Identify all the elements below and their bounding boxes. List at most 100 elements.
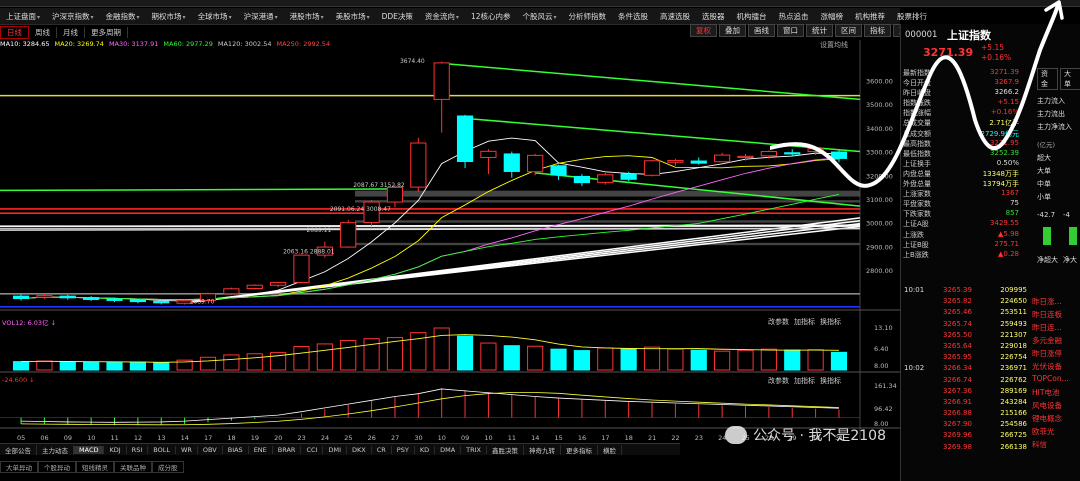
sector-item[interactable]: 光伏设备 — [1032, 361, 1080, 374]
indicator-tab[interactable]: BIAS — [223, 445, 249, 454]
quote-stat-row: 上证A股 3429.55 — [901, 219, 1021, 229]
fund-flow-tab[interactable]: 大单 — [1060, 68, 1080, 90]
indicator-tab[interactable]: OBV — [198, 445, 223, 454]
x-axis-label: 15 — [555, 434, 563, 442]
quote-stat-value: 857 — [1005, 209, 1019, 218]
quote-stat-label: 上证换手 — [903, 159, 931, 168]
indicator-tab[interactable]: WR — [176, 445, 198, 454]
tick-time — [901, 308, 943, 319]
indicator-tab[interactable]: BOLL — [148, 445, 176, 454]
candle — [573, 174, 590, 186]
indicator-button[interactable]: 加指标 — [794, 317, 815, 327]
candle-body — [433, 62, 450, 100]
indicator-tab[interactable]: KD — [415, 445, 436, 454]
sub-tab[interactable]: 成分股 — [152, 460, 184, 473]
channel-line — [464, 117, 861, 153]
volume-bar — [12, 361, 30, 371]
sub-tab[interactable]: 短线精灵 — [76, 460, 114, 473]
volume-indicator-label: VOL12: 6.03亿 ↓ — [2, 319, 57, 327]
indicator-tab[interactable]: DMI — [323, 445, 347, 454]
indicator-button[interactable]: 改参数 — [768, 317, 789, 327]
indicator-tab[interactable]: TRIX — [461, 445, 488, 454]
tick-time — [901, 353, 943, 364]
indicator-tab[interactable]: 全部公告 — [0, 444, 37, 455]
fund-flow-row: 主力流出 — [1037, 110, 1065, 118]
sector-item[interactable]: 昨日连板 — [1032, 309, 1080, 322]
channel-line — [441, 62, 861, 101]
indicator-tab[interactable]: RSI — [127, 445, 149, 454]
sector-item[interactable]: TOPCon... — [1032, 374, 1080, 387]
wechat-icon — [725, 426, 747, 444]
net-flow-value: -4 — [1063, 211, 1070, 219]
indicator-tab[interactable]: PSY — [392, 445, 415, 454]
indicator-button[interactable]: 换指标 — [820, 376, 841, 386]
sector-item[interactable]: 锂电概念 — [1032, 413, 1080, 426]
sub-tab[interactable]: 关联品种 — [114, 460, 152, 473]
sector-item[interactable]: 昨日涨... — [1032, 296, 1080, 309]
sector-item[interactable]: 风电设备 — [1032, 400, 1080, 413]
sub-tab[interactable]: 大单异动 — [0, 460, 38, 473]
net-flow-bars: -42.7 净超大 -4 净大 — [1037, 211, 1080, 271]
quote-stat-label: 上证A股 — [903, 220, 929, 229]
indicator-button[interactable]: 换指标 — [820, 317, 841, 327]
volume-bar — [129, 361, 146, 371]
sector-item[interactable]: 欧菲光 — [1032, 426, 1080, 439]
indicator-tab[interactable]: DMA — [435, 445, 462, 454]
candle-body — [480, 150, 497, 158]
candle-body — [129, 299, 146, 303]
indicator-tab[interactable]: KDJ — [104, 445, 127, 454]
security-name: 上证指数 — [947, 29, 991, 42]
candle-body — [386, 186, 404, 203]
quote-stat-value: 3271.39 — [990, 68, 1019, 76]
tick-price: 3265.95 — [943, 353, 972, 362]
indicator-tab[interactable]: MACD — [74, 445, 105, 454]
candle — [12, 294, 30, 301]
sector-item[interactable]: 科信 — [1032, 439, 1080, 452]
indicator-tab[interactable]: 神奇九转 — [524, 444, 562, 455]
tick-time — [901, 443, 943, 454]
x-axis-label: 23 — [297, 434, 305, 442]
indicator-tab[interactable]: CR — [372, 445, 392, 454]
tick-price: 3267.90 — [943, 420, 972, 429]
indicator-tab[interactable]: CCI — [301, 445, 324, 454]
quote-stat-value: +5.15 — [997, 98, 1019, 107]
tick-volume: 289169 — [1000, 386, 1027, 395]
indicator-button[interactable]: 改参数 — [768, 376, 789, 386]
volume-bar — [340, 339, 357, 371]
indicator-tab[interactable]: 横脸 — [598, 444, 623, 455]
fund-flow-tab[interactable]: 资金 — [1037, 68, 1058, 90]
quote-stat-label: 上涨家数 — [903, 190, 931, 199]
x-axis-label: 21 — [648, 434, 656, 442]
candle — [270, 281, 287, 288]
candle — [503, 151, 520, 178]
indicator-tab[interactable]: 更多指标 — [561, 444, 599, 455]
indicator-tab[interactable]: 鑫胜决策 — [487, 444, 525, 455]
sector-item[interactable]: HIT电池 — [1032, 387, 1080, 400]
quote-stat-value: 3266.2 — [994, 88, 1020, 97]
ma-line — [21, 155, 839, 301]
x-axis-label: 10 — [438, 434, 446, 442]
indicator-tab[interactable]: 主力动态 — [37, 444, 74, 455]
x-axis-label: 17 — [204, 434, 212, 442]
quote-stat-value: 75 — [1010, 199, 1019, 208]
candle-body — [620, 173, 637, 180]
quote-stat-row: 昨日收盘 3266.2 — [901, 88, 1021, 98]
tick-list: 10:01 3265.39 209995 3265.82 224650 3265.46 25… — [901, 286, 1029, 454]
indicator-tab[interactable]: ENE — [249, 445, 273, 454]
indicator-tab[interactable]: BRAR — [273, 445, 302, 454]
indicator-tab[interactable]: DKX — [347, 445, 372, 454]
x-axis-label: 26 — [368, 434, 376, 442]
sector-item[interactable]: 多元金融 — [1032, 335, 1080, 348]
kline-chart[interactable]: 3600.00 3500.00 3400.00 3300.00 3200.00 3100.… — [0, 0, 900, 481]
security-code: 000001 — [905, 30, 938, 40]
sector-item[interactable]: 昨日涨停 — [1032, 348, 1080, 361]
price-annotation: 2689.70 — [190, 298, 215, 305]
tick-price: 3266.88 — [943, 409, 972, 418]
candle-body — [83, 297, 100, 300]
volume-bar — [573, 350, 590, 371]
candle — [363, 200, 380, 226]
sub-tab[interactable]: 个股异动 — [38, 460, 76, 473]
indicator-button[interactable]: 加指标 — [794, 376, 815, 386]
sector-item[interactable]: 昨日连... — [1032, 322, 1080, 335]
tick-time: 10:02 — [904, 364, 925, 373]
